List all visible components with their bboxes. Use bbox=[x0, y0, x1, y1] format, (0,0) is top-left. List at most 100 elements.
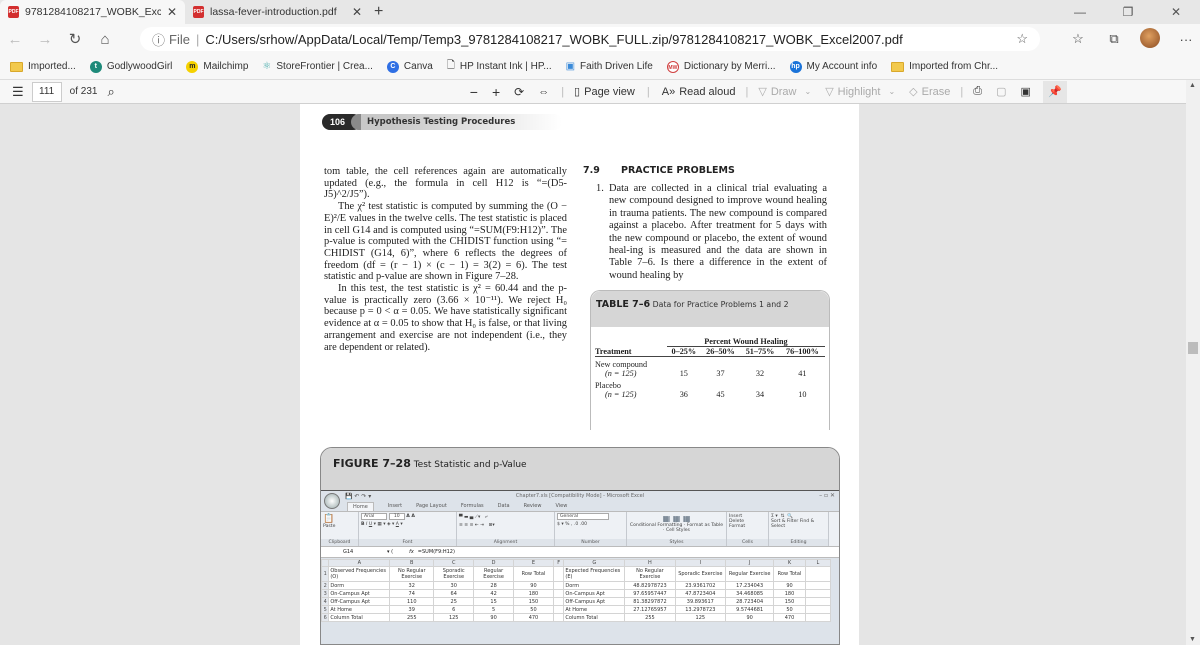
worksheet-cell: 23.9361702 bbox=[674, 581, 727, 590]
fx-icon: fx bbox=[409, 549, 414, 555]
vertical-scrollbar[interactable]: ▲ ▼ bbox=[1186, 80, 1200, 645]
worksheet-cell: 110 bbox=[389, 597, 435, 606]
close-window-button[interactable]: ✕ bbox=[1152, 0, 1200, 24]
worksheet-cell bbox=[552, 589, 565, 598]
book-icon: ▣ bbox=[565, 61, 576, 72]
zoom-out-button[interactable]: − bbox=[470, 84, 478, 100]
worksheet-cell: 74 bbox=[389, 589, 435, 598]
search-icon[interactable]: ⌕ bbox=[107, 84, 114, 100]
browser-tab-active[interactable]: PDF 9781284108217_WOBK_Excel200 ✕ bbox=[0, 0, 185, 24]
address-separator: | bbox=[195, 31, 200, 47]
chevron-down-icon[interactable]: ⌄ bbox=[804, 87, 811, 96]
close-tab-icon[interactable]: ✕ bbox=[167, 5, 177, 19]
save-icon[interactable]: ▢ bbox=[996, 85, 1006, 98]
bookmark-godlywoodgirl[interactable]: t GodlywoodGirl bbox=[89, 60, 172, 73]
close-tab-icon[interactable]: ✕ bbox=[352, 5, 362, 19]
restore-button[interactable]: ❐ bbox=[1104, 0, 1152, 24]
address-bar[interactable]: ⓘ File | C:/Users/srhow/AppData/Local/Te… bbox=[140, 27, 1040, 51]
erase-button[interactable]: Erase bbox=[922, 86, 951, 98]
worksheet-cell bbox=[804, 613, 832, 622]
fit-width-icon[interactable]: ⇔ bbox=[538, 86, 549, 98]
worksheet-cell: 48.82978723 bbox=[624, 581, 676, 590]
column-letter: L bbox=[804, 559, 832, 567]
worksheet-cell: 470 bbox=[773, 613, 806, 622]
page-view-button[interactable]: Page view bbox=[584, 86, 635, 98]
worksheet-cell: Sporadic Exercise bbox=[674, 566, 727, 582]
zoom-in-button[interactable]: + bbox=[492, 84, 500, 100]
info-icon[interactable]: ⓘ bbox=[152, 30, 165, 49]
worksheet-cell: 39.893617 bbox=[674, 597, 727, 606]
minimize-button[interactable]: — bbox=[1056, 0, 1104, 24]
scrollbar-thumb[interactable] bbox=[1188, 342, 1198, 354]
pin-icon[interactable]: 📌 bbox=[1042, 80, 1067, 103]
ribbon-group-number: General $ ▾ % , .0 .00 Number bbox=[555, 512, 627, 546]
running-head: 106 Hypothesis Testing Procedures bbox=[322, 114, 562, 130]
column-header: 76–100% bbox=[779, 346, 825, 357]
contents-icon[interactable]: ☰ bbox=[12, 84, 24, 100]
worksheet-cell: 50 bbox=[773, 605, 806, 614]
scroll-up-arrow[interactable]: ▲ bbox=[1189, 82, 1196, 89]
bookmark-storefrontier[interactable]: ⚛ StoreFrontier | Crea... bbox=[262, 61, 373, 72]
column-letter: A bbox=[328, 559, 391, 567]
page-number-input[interactable]: 111 bbox=[31, 81, 62, 102]
back-button[interactable]: ← bbox=[0, 31, 30, 48]
excel-titlebar: 💾 ↶ ↷ ▾ Chapter7.xls [Compatibility Mode… bbox=[321, 491, 839, 509]
page-total: of 231 bbox=[69, 86, 98, 97]
favorites-icon[interactable]: ☆ bbox=[1060, 31, 1096, 47]
worksheet-cell: Column Total bbox=[563, 613, 626, 622]
group-label: Clipboard bbox=[321, 539, 358, 546]
bookmark-canva[interactable]: C Canva bbox=[386, 60, 433, 73]
worksheet-cell: 32 bbox=[389, 581, 435, 590]
bookmark-imported-chrome[interactable]: Imported from Chr... bbox=[891, 61, 998, 72]
bookmarks-bar: Imported... t GodlywoodGirl m Mailchimp ⚛ S… bbox=[0, 54, 1200, 80]
save-as-icon[interactable]: ▣ bbox=[1020, 85, 1030, 98]
home-button[interactable]: ⌂ bbox=[90, 31, 120, 48]
column-letter: F bbox=[552, 559, 565, 567]
bookmark-mailchimp[interactable]: m Mailchimp bbox=[186, 60, 248, 73]
print-icon[interactable]: ⎙ bbox=[973, 85, 982, 98]
profile-avatar[interactable] bbox=[1132, 27, 1168, 51]
excel-tab: Review bbox=[523, 503, 542, 509]
more-icon[interactable]: ··· bbox=[1168, 32, 1200, 47]
column-header: 51–75% bbox=[740, 346, 780, 357]
row-n: (n = 125) bbox=[605, 369, 637, 378]
pdf-icon: PDF bbox=[193, 6, 204, 18]
tab-title: 9781284108217_WOBK_Excel200 bbox=[25, 6, 161, 18]
hp-icon: hp bbox=[789, 60, 802, 73]
bookmark-hp-instant-ink[interactable]: 🗋 HP Instant Ink | HP... bbox=[447, 58, 552, 75]
browser-tab[interactable]: PDF lassa-fever-introduction.pdf ✕ bbox=[185, 0, 370, 24]
worksheet-row: 3 On-Campus Apt 74 64 42 180 On-Campus Apt 97.6… bbox=[321, 589, 832, 598]
worksheet-cell: No Regular Exercise bbox=[389, 566, 435, 582]
bookmark-my-account[interactable]: hp My Account info bbox=[789, 60, 877, 73]
scroll-down-arrow[interactable]: ▼ bbox=[1189, 636, 1196, 643]
add-favorite-icon[interactable]: ☆ bbox=[1016, 31, 1028, 47]
chevron-down-icon[interactable]: ⌄ bbox=[888, 87, 895, 96]
bookmark-dictionary[interactable]: MW Dictionary by Merri... bbox=[666, 60, 776, 73]
worksheet-cell: 28 bbox=[473, 581, 515, 590]
excel-tab: Data bbox=[497, 503, 510, 509]
draw-button[interactable]: Draw bbox=[771, 86, 797, 98]
collections-icon[interactable]: ⧉ bbox=[1096, 31, 1132, 47]
refresh-button[interactable]: ↻ bbox=[60, 30, 90, 48]
worksheet-cell: Off-Campus Apt bbox=[563, 597, 626, 606]
url-text[interactable]: C:/Users/srhow/AppData/Local/Temp/Temp3_… bbox=[205, 32, 902, 47]
worksheet-cell: 180 bbox=[513, 589, 554, 598]
read-aloud-button[interactable]: Read aloud bbox=[679, 86, 735, 98]
table-caption: TABLE 7–6 Data for Practice Problems 1 a… bbox=[591, 291, 829, 327]
column-letter: K bbox=[773, 559, 806, 567]
bookmark-faith-driven-life[interactable]: ▣ Faith Driven Life bbox=[566, 61, 653, 72]
worksheet-cell: 180 bbox=[773, 589, 806, 598]
new-tab-button[interactable]: + bbox=[374, 3, 383, 21]
excel-tab: View bbox=[555, 503, 568, 509]
bookmark-imported[interactable]: Imported... bbox=[10, 61, 76, 72]
worksheet-cell: 97.65957447 bbox=[624, 589, 676, 598]
row-number: 4 bbox=[321, 597, 330, 606]
table-cell: 32 bbox=[755, 369, 765, 378]
worksheet-cell: 125 bbox=[674, 613, 727, 622]
rotate-icon[interactable]: ⟳ bbox=[514, 85, 524, 99]
forward-button[interactable]: → bbox=[30, 31, 60, 48]
name-box: G14 bbox=[343, 549, 354, 555]
highlight-button[interactable]: Highlight bbox=[838, 86, 881, 98]
section-number: 7.9 bbox=[583, 165, 600, 176]
section-title: PRACTICE PROBLEMS bbox=[621, 165, 735, 176]
